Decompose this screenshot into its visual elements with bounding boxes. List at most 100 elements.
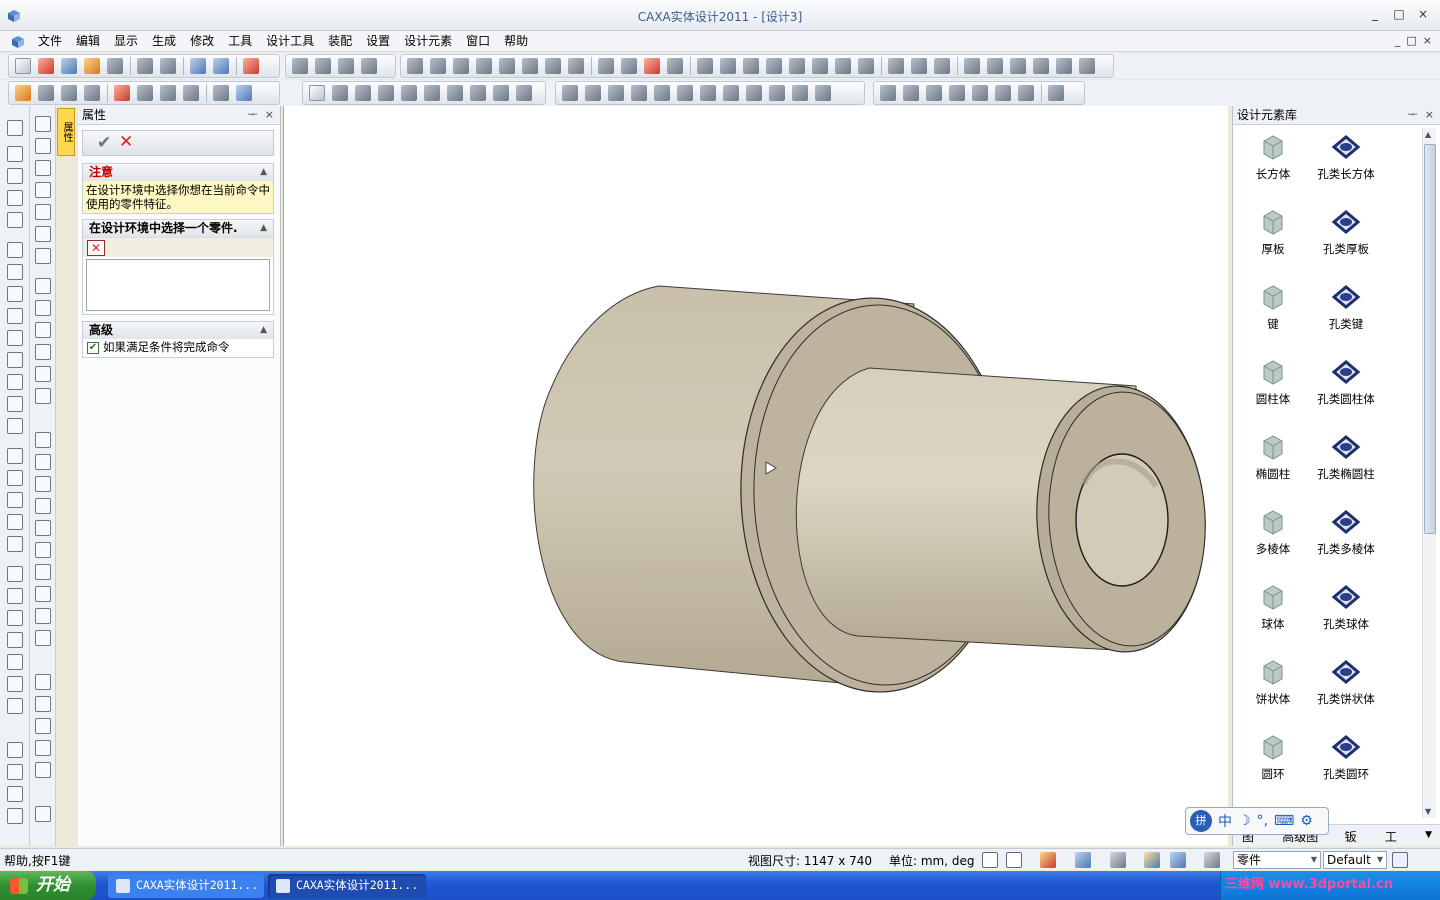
export-icon[interactable] bbox=[183, 85, 199, 101]
vertical-constraint-icon[interactable] bbox=[35, 454, 51, 470]
corner-icon[interactable] bbox=[972, 85, 988, 101]
polyline-icon[interactable] bbox=[7, 146, 23, 162]
cube-view-icon[interactable] bbox=[1048, 85, 1064, 101]
dimension-icon[interactable] bbox=[35, 498, 51, 514]
break-icon[interactable] bbox=[35, 344, 51, 360]
smart-snap-icon[interactable] bbox=[35, 806, 51, 822]
advanced-header[interactable]: 高级 ▲ bbox=[83, 322, 273, 339]
mdi-restore-button[interactable]: □ bbox=[1406, 34, 1416, 47]
offset-curve-icon[interactable] bbox=[7, 610, 23, 626]
text-feature-icon[interactable] bbox=[858, 58, 874, 74]
ungroup-icon[interactable] bbox=[84, 85, 100, 101]
axis-icon[interactable] bbox=[361, 58, 377, 74]
tab-tools[interactable]: 工具 bbox=[1376, 825, 1416, 861]
library-item[interactable]: 键 bbox=[1233, 282, 1313, 332]
cancel-button[interactable]: ✕ bbox=[119, 132, 133, 152]
close-button[interactable]: × bbox=[1414, 6, 1432, 24]
ime-chinese-mode[interactable]: 中 bbox=[1218, 811, 1232, 831]
ellipse-icon[interactable] bbox=[7, 396, 23, 412]
punch-icon[interactable] bbox=[1018, 85, 1034, 101]
note-header[interactable]: 注意 ▲ bbox=[83, 164, 273, 181]
angle-dimension-icon[interactable] bbox=[35, 520, 51, 536]
collapse-icon[interactable]: ▲ bbox=[260, 164, 267, 180]
hem-icon[interactable] bbox=[926, 85, 942, 101]
surface-loft-icon[interactable] bbox=[654, 85, 670, 101]
sketch-cut-icon[interactable] bbox=[493, 85, 509, 101]
draft-icon[interactable] bbox=[743, 58, 759, 74]
ime-settings-icon[interactable]: ⚙ bbox=[1300, 813, 1313, 829]
grid-toggle-icon[interactable] bbox=[1392, 852, 1408, 868]
menu-display[interactable]: 显示 bbox=[112, 33, 146, 50]
loft-icon[interactable] bbox=[476, 58, 492, 74]
library-item[interactable]: 圆柱体 bbox=[1233, 357, 1313, 407]
panel-close-icon[interactable]: × bbox=[265, 108, 274, 121]
face-offset-icon[interactable] bbox=[789, 58, 805, 74]
selection-list[interactable] bbox=[86, 259, 270, 311]
surface-join-icon[interactable] bbox=[746, 85, 762, 101]
minimize-button[interactable]: _ bbox=[1366, 6, 1384, 24]
interference-icon[interactable] bbox=[1056, 58, 1072, 74]
library-scrollbar[interactable]: ▲ ▼ bbox=[1422, 128, 1436, 818]
ime-punctuation-icon[interactable]: °, bbox=[1257, 813, 1268, 829]
ime-keyboard-icon[interactable]: ⌨ bbox=[1274, 813, 1294, 829]
tangent-line-icon[interactable] bbox=[7, 190, 23, 206]
library-item[interactable]: 厚板 bbox=[1233, 207, 1313, 257]
shell-icon[interactable] bbox=[545, 58, 561, 74]
tangent-constraint-icon[interactable] bbox=[35, 476, 51, 492]
menu-help[interactable]: 帮助 bbox=[502, 33, 536, 50]
document-icon[interactable] bbox=[10, 34, 26, 50]
cut-icon[interactable] bbox=[568, 58, 584, 74]
measure-icon[interactable] bbox=[1010, 58, 1026, 74]
render-icon[interactable] bbox=[190, 58, 206, 74]
midpoint-icon[interactable] bbox=[35, 740, 51, 756]
bom-icon[interactable] bbox=[236, 85, 252, 101]
horizontal-constraint-icon[interactable] bbox=[35, 432, 51, 448]
help-pointer-icon[interactable] bbox=[243, 58, 259, 74]
surface-offset-icon[interactable] bbox=[792, 85, 808, 101]
new-drawing-icon[interactable] bbox=[61, 58, 77, 74]
display-mode-icon[interactable] bbox=[1204, 852, 1220, 868]
mirror-tool-icon[interactable] bbox=[35, 204, 51, 220]
lights-icon[interactable] bbox=[213, 58, 229, 74]
explode-icon[interactable] bbox=[213, 85, 229, 101]
collinear-icon[interactable] bbox=[35, 762, 51, 778]
save-icon[interactable] bbox=[107, 58, 123, 74]
camera-icon[interactable] bbox=[1110, 852, 1126, 868]
construction-icon[interactable] bbox=[7, 698, 23, 714]
extend-icon[interactable] bbox=[35, 322, 51, 338]
pin-icon[interactable]: ᅮ bbox=[1408, 108, 1418, 121]
library-item[interactable]: 孔类键 bbox=[1306, 282, 1386, 332]
boolean-icon[interactable] bbox=[964, 58, 980, 74]
render-mode-icon[interactable] bbox=[1144, 852, 1160, 868]
start-button[interactable]: 开始 bbox=[0, 871, 96, 900]
surface-thicken-icon[interactable] bbox=[815, 85, 831, 101]
library-item[interactable]: 孔类椭圆柱 bbox=[1306, 432, 1386, 482]
plate-feature-icon[interactable] bbox=[621, 58, 637, 74]
split-icon[interactable] bbox=[812, 58, 828, 74]
bend-icon[interactable] bbox=[880, 85, 896, 101]
rotate-icon[interactable] bbox=[35, 138, 51, 154]
pattern-icon[interactable] bbox=[888, 58, 904, 74]
circle-center-icon[interactable] bbox=[7, 308, 23, 324]
fillet-icon[interactable] bbox=[697, 58, 713, 74]
taskbar-item-caxa-1[interactable]: CAXA实体设计2011... bbox=[108, 874, 264, 898]
library-item[interactable]: 饼状体 bbox=[1233, 657, 1313, 707]
intersect-curve-icon[interactable] bbox=[7, 654, 23, 670]
circular-array-icon[interactable] bbox=[35, 248, 51, 264]
arc-icon[interactable] bbox=[7, 448, 23, 464]
scroll-down-icon[interactable]: ▼ bbox=[1425, 807, 1431, 816]
scroll-up-icon[interactable]: ▲ bbox=[1425, 130, 1431, 139]
menu-window[interactable]: 窗口 bbox=[464, 33, 498, 50]
tabs-menu-icon[interactable]: ▼ bbox=[1416, 825, 1440, 846]
sketch-exit-icon[interactable] bbox=[7, 808, 23, 824]
select-part-header[interactable]: 在设计环境中选择一个零件. ▲ bbox=[83, 220, 273, 237]
arc-3pt-icon[interactable] bbox=[7, 470, 23, 486]
sketch-plane-icon[interactable] bbox=[309, 85, 325, 101]
sketch-mirror-icon[interactable] bbox=[470, 85, 486, 101]
ellipse-arc-icon[interactable] bbox=[7, 514, 23, 530]
coincident-icon[interactable] bbox=[35, 564, 51, 580]
collapse-icon[interactable]: ▲ bbox=[260, 322, 267, 338]
circle-2pt-icon[interactable] bbox=[7, 418, 23, 434]
sketch-offset-icon[interactable] bbox=[424, 85, 440, 101]
position-icon[interactable] bbox=[137, 85, 153, 101]
